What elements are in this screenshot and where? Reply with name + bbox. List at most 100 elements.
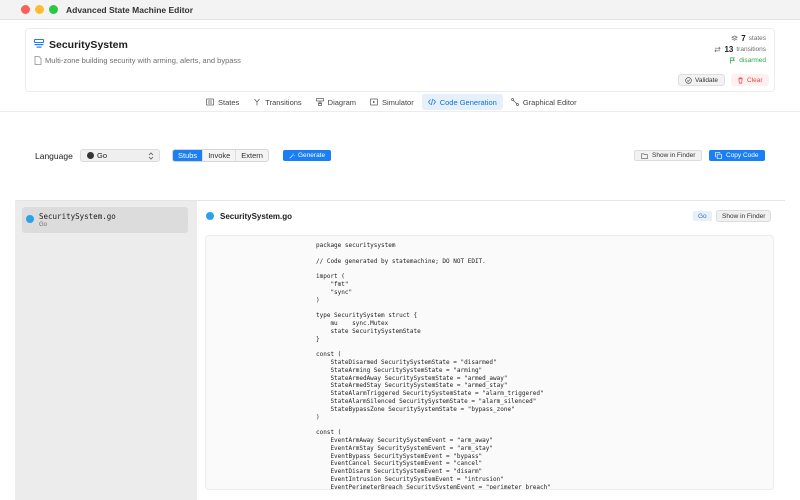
code-icon	[427, 98, 436, 106]
code-line: "fmt"	[316, 280, 349, 288]
clear-button[interactable]: Clear	[731, 74, 769, 86]
code-line: EventBypass SecuritySystemEvent = "bypas…	[316, 452, 483, 460]
panel-show-in-finder-button[interactable]: Show in Finder	[716, 210, 772, 222]
chevron-up-down-icon	[148, 152, 154, 160]
tab-diagram[interactable]: Diagram	[310, 94, 362, 110]
code-viewer[interactable]: package securitysystem // Code generated …	[205, 235, 774, 490]
diagram-icon	[315, 98, 324, 106]
play-icon	[370, 98, 378, 106]
code-line: type SecuritySystem struct {	[316, 312, 418, 320]
tab-simulator[interactable]: Simulator	[364, 94, 420, 110]
tab-states[interactable]: States	[200, 94, 245, 110]
code-line: }	[316, 335, 320, 343]
tabs-divider	[0, 111, 800, 112]
tab-label: Diagram	[327, 97, 357, 107]
states-stat: 7 states	[714, 33, 766, 44]
code-line: StateBypassZone SecuritySystemState = "b…	[316, 405, 515, 413]
validate-button[interactable]: Validate	[678, 74, 726, 86]
transitions-count: 13	[724, 45, 734, 54]
transitions-label: transitions	[736, 46, 766, 53]
code-line: state SecuritySystemState	[316, 327, 421, 335]
language-badge: Go	[693, 211, 712, 221]
code-line: const (	[316, 429, 342, 437]
tab-code-generation[interactable]: Code Generation	[421, 94, 503, 110]
generation-mode-segmented-control: Stubs Invoke Extern	[172, 149, 269, 162]
show-in-finder-button[interactable]: Show in Finder	[634, 150, 703, 161]
code-line: StateDisarmed SecuritySystemState = "dis…	[316, 358, 497, 366]
go-language-icon	[87, 152, 94, 159]
code-line: EventCancel SecuritySystemEvent = "cance…	[316, 460, 483, 468]
code-line: StateAlarmSilenced SecuritySystemState =…	[316, 397, 537, 405]
file-language: Go	[39, 222, 48, 228]
initial-state-stat: disarmed	[714, 55, 766, 66]
language-select[interactable]: Go	[80, 149, 160, 162]
window-title: Advanced State Machine Editor	[66, 5, 194, 15]
clear-label: Clear	[747, 76, 763, 84]
copy-code-button[interactable]: Copy Code	[709, 150, 765, 161]
wand-icon	[289, 153, 295, 158]
mode-invoke[interactable]: Invoke	[203, 150, 237, 161]
file-list-item[interactable]: SecuritySystem.go Go	[22, 207, 188, 233]
generated-code: package securitysystem // Code generated …	[316, 242, 551, 490]
states-count: 7	[741, 34, 746, 43]
file-list-sidebar: SecuritySystem.go Go	[15, 201, 197, 500]
code-line: EventArmStay SecuritySystemEvent = "arm_…	[316, 444, 494, 452]
code-line: EventDisarm SecuritySystemEvent = "disar…	[316, 468, 483, 476]
main-tabs: States Transitions Diagram Simulator Cod…	[200, 94, 583, 110]
tab-transitions[interactable]: Transitions	[247, 94, 307, 110]
tab-label: Graphical Editor	[522, 97, 577, 107]
code-line: "sync"	[316, 288, 353, 296]
code-line: EventIntrusion SecuritySystemEvent = "in…	[316, 475, 504, 483]
validate-label: Validate	[695, 76, 719, 84]
initial-state: disarmed	[739, 57, 766, 64]
code-line: )	[316, 413, 320, 421]
copy-code-label: Copy Code	[726, 152, 759, 159]
code-line: EventPerimeterBreach SecuritySystemEvent…	[316, 483, 551, 490]
title-bar: Advanced State Machine Editor	[0, 0, 800, 20]
transitions-stat: 13 transitions	[714, 44, 766, 55]
tab-label: Transitions	[265, 97, 302, 107]
zoom-window-button[interactable]	[49, 5, 58, 14]
go-file-icon	[206, 212, 214, 220]
folder-icon	[641, 153, 648, 159]
swap-arrows-icon	[714, 46, 722, 53]
show-in-finder-label: Show in Finder	[652, 152, 696, 159]
code-panel-title: SecuritySystem.go	[220, 212, 293, 221]
trash-icon	[738, 77, 743, 83]
minimize-window-button[interactable]	[35, 5, 44, 14]
close-window-button[interactable]	[21, 5, 30, 14]
code-line: mu sync.Mutex	[316, 319, 389, 327]
tab-label: Code Generation	[439, 97, 497, 107]
flag-icon	[730, 57, 736, 64]
graph-icon	[510, 98, 519, 106]
copy-icon	[715, 152, 722, 159]
generate-button[interactable]: Generate	[283, 150, 332, 161]
code-line: StateArming SecuritySystemState = "armin…	[316, 366, 483, 374]
code-line: StateAlarmTriggered SecuritySystemState …	[316, 390, 544, 398]
tab-label: States	[218, 97, 240, 107]
tab-graphical-editor[interactable]: Graphical Editor	[505, 94, 583, 110]
code-line: const (	[316, 351, 342, 359]
machine-stats: 7 states 13 transitions disarmed	[714, 33, 766, 66]
state-machine-icon	[34, 39, 44, 48]
states-label: states	[748, 35, 766, 42]
checkmark-circle-icon	[685, 76, 692, 84]
tab-label: Simulator	[382, 97, 414, 107]
list-icon	[206, 98, 214, 106]
branch-icon	[254, 98, 261, 106]
mode-extern[interactable]: Extern	[236, 150, 268, 161]
file-name: SecuritySystem.go	[39, 212, 116, 221]
go-file-icon	[26, 215, 34, 223]
code-line: )	[316, 296, 320, 304]
code-line: // Code generated by statemachine; DO NO…	[316, 257, 486, 265]
generate-label: Generate	[298, 152, 326, 159]
code-line: StateArmedStay SecuritySystemState = "ar…	[316, 382, 508, 390]
code-line: package securitysystem	[316, 242, 396, 249]
code-line: import (	[316, 273, 345, 281]
mode-stubs[interactable]: Stubs	[173, 150, 204, 161]
